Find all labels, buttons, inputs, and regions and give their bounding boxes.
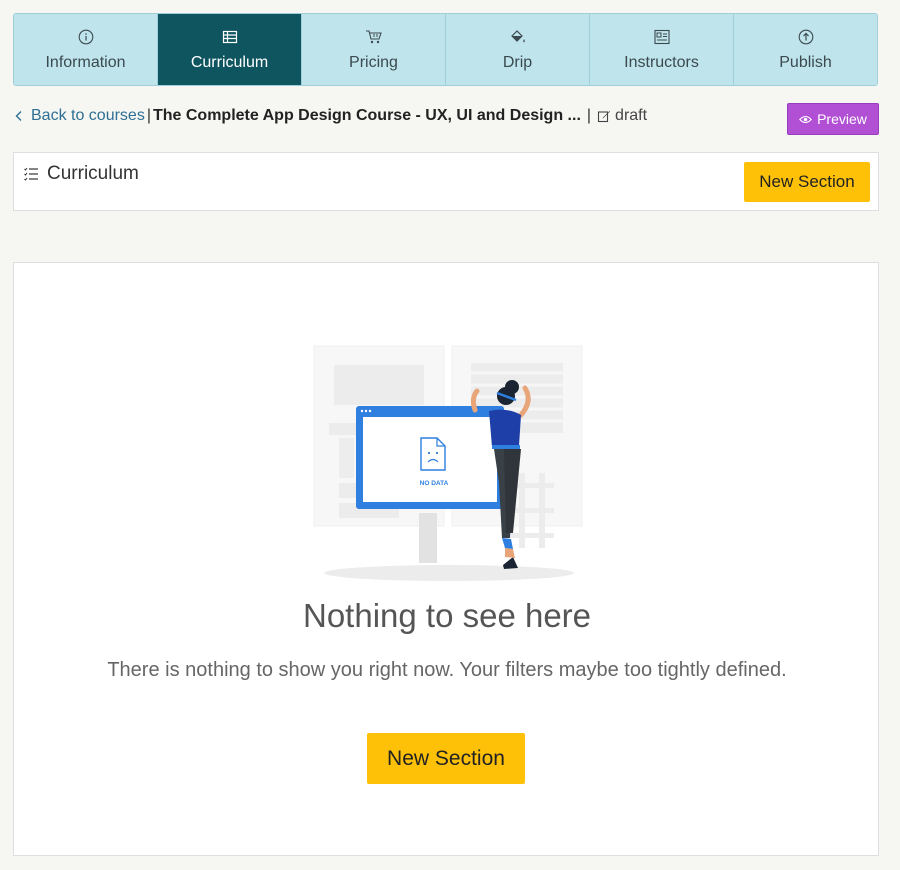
preview-button[interactable]: Preview — [787, 103, 879, 135]
new-section-button-main[interactable]: New Section — [367, 733, 525, 784]
course-title: The Complete App Design Course - UX, UI … — [152, 107, 581, 124]
tab-pricing[interactable]: Pricing — [302, 14, 446, 85]
new-section-button[interactable]: New Section — [744, 162, 870, 202]
back-link-label: Back to courses — [31, 107, 145, 124]
chevron-left-icon — [15, 110, 23, 122]
course-status: draft — [593, 107, 647, 125]
breadcrumb: Back to courses | The Complete App Desig… — [13, 104, 647, 128]
id-card-icon — [653, 28, 671, 46]
cart-icon — [365, 28, 383, 46]
edit-icon[interactable] — [597, 109, 611, 123]
no-data-label: NO DATA — [420, 480, 449, 487]
preview-label: Preview — [817, 111, 867, 127]
upload-icon — [797, 28, 815, 46]
info-icon — [77, 28, 95, 46]
tab-label: Drip — [502, 53, 533, 71]
course-steps-tabs: Information Curriculum Pricing Drip Inst… — [13, 13, 878, 86]
list-check-icon — [24, 167, 39, 181]
no-data-illustration: NO DATA — [313, 345, 583, 581]
back-to-courses-link[interactable]: Back to courses — [13, 107, 145, 125]
tab-information[interactable]: Information — [14, 14, 158, 85]
status-text: draft — [615, 107, 648, 124]
empty-state-description: There is nothing to show you right now. … — [107, 659, 787, 681]
tab-label: Information — [45, 53, 126, 71]
tab-publish[interactable]: Publish — [734, 14, 877, 85]
tab-instructors[interactable]: Instructors — [590, 14, 734, 85]
breadcrumb-separator: | — [146, 107, 151, 124]
tab-label: Instructors — [624, 53, 699, 71]
tab-drip[interactable]: Drip — [446, 14, 590, 85]
empty-state-title: Nothing to see here — [302, 597, 592, 634]
breadcrumb-separator: | — [586, 107, 592, 124]
empty-state-panel: NO DATA Nothing to see here There is not… — [13, 262, 879, 856]
eye-icon — [799, 115, 813, 124]
tab-label: Pricing — [349, 53, 398, 71]
curriculum-title-text: Curriculum — [47, 163, 139, 184]
table-icon — [221, 28, 239, 46]
tab-curriculum[interactable]: Curriculum — [158, 14, 302, 85]
paint-bucket-icon — [509, 28, 527, 46]
curriculum-header-panel: Curriculum New Section — [13, 152, 879, 211]
tab-label: Curriculum — [190, 53, 269, 71]
tab-label: Publish — [779, 53, 832, 71]
curriculum-title: Curriculum — [24, 163, 139, 185]
